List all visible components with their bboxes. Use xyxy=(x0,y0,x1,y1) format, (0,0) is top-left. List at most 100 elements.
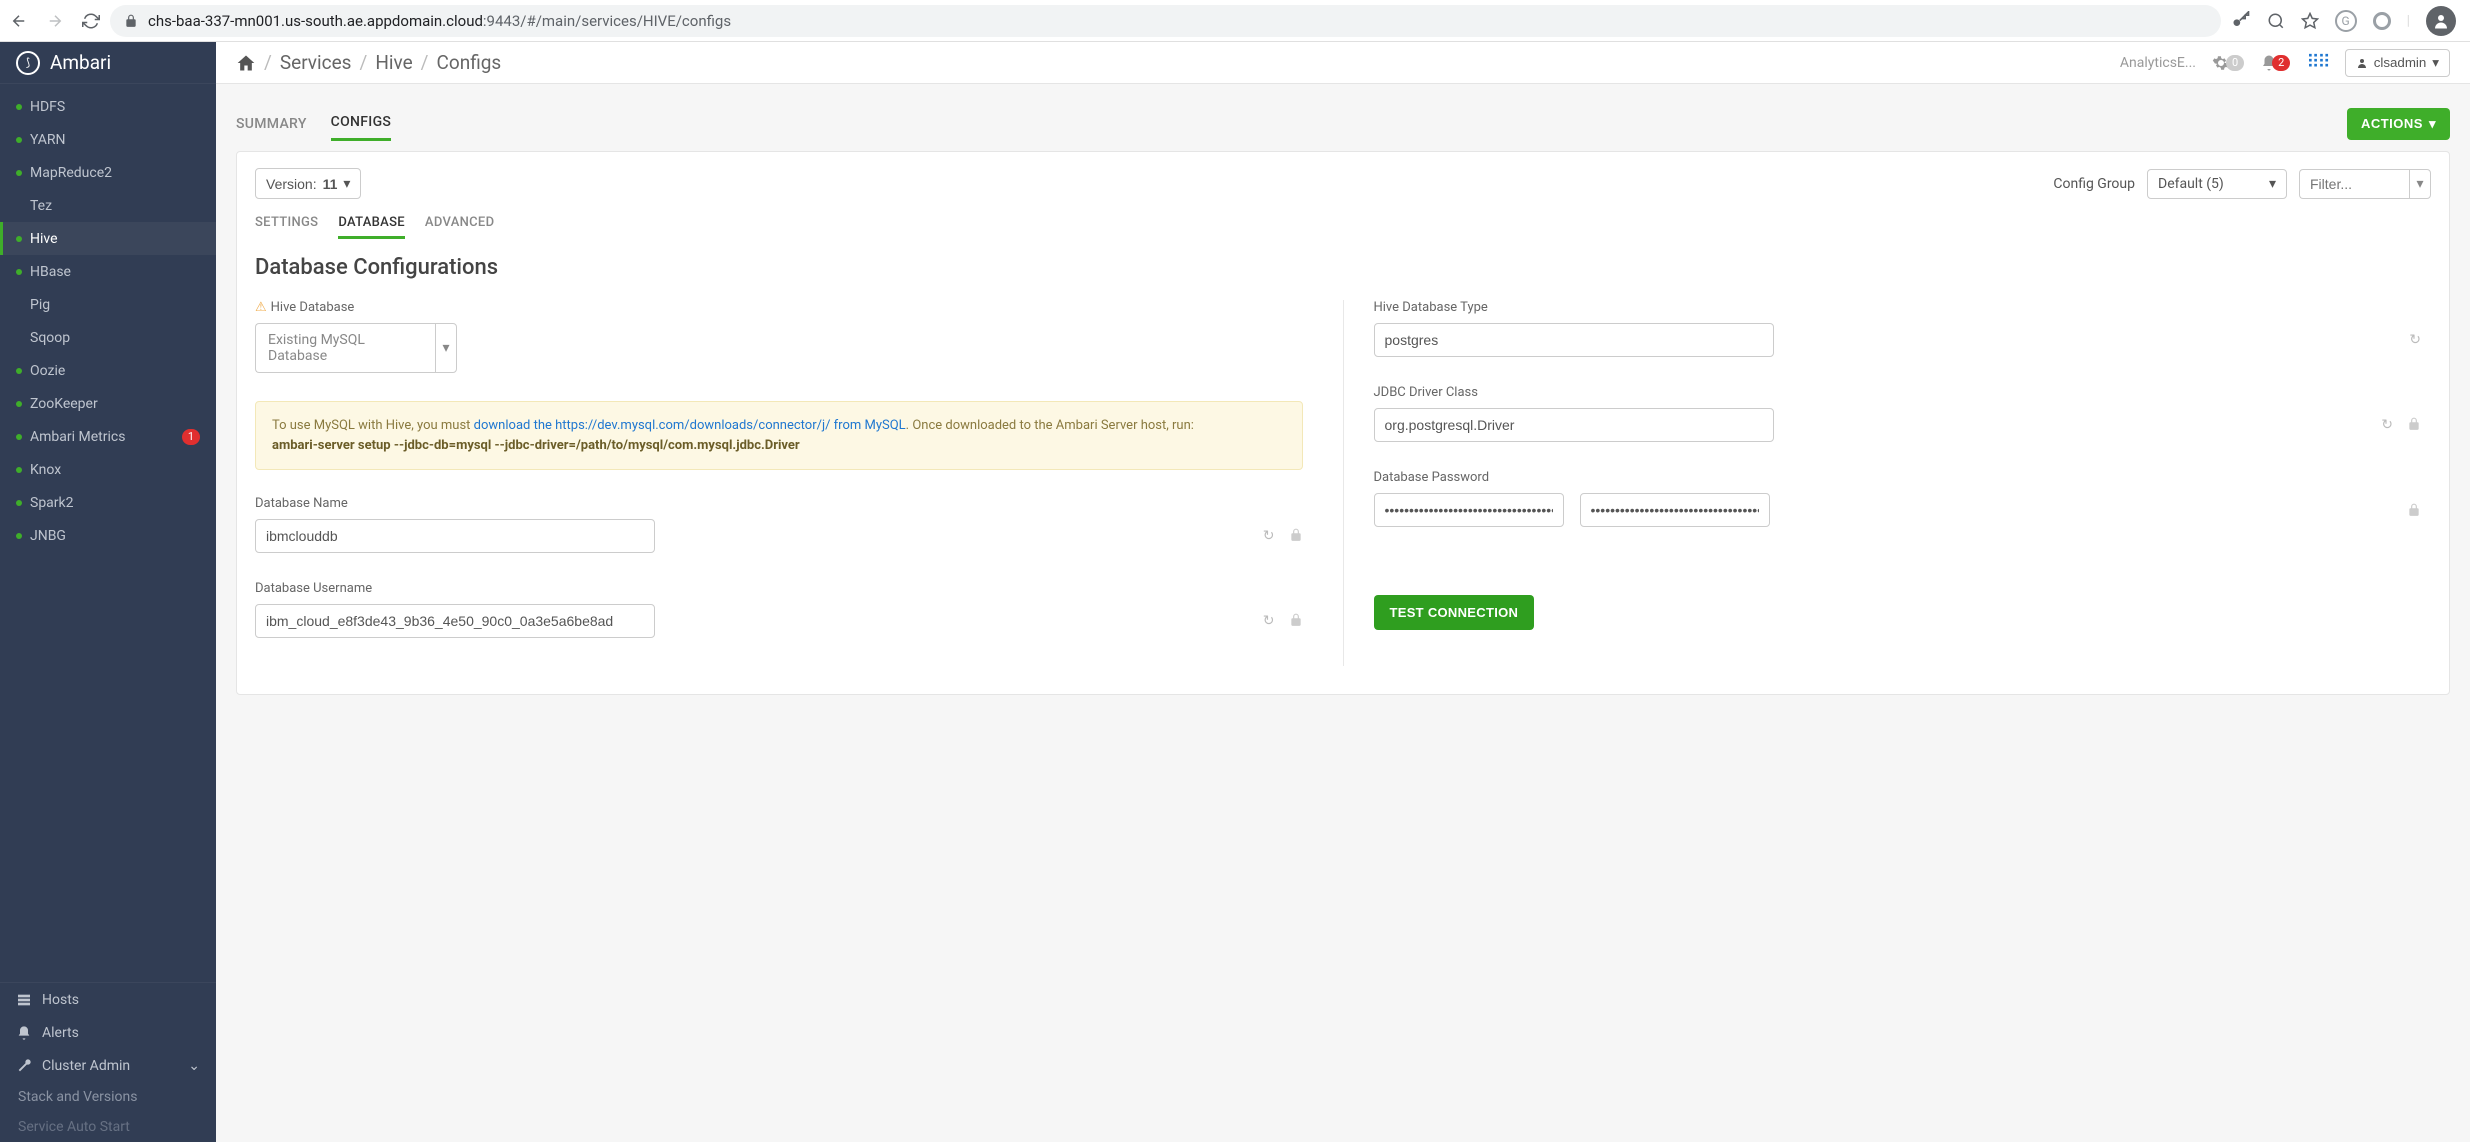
star-icon[interactable] xyxy=(2301,12,2319,30)
sidebar-brand[interactable]: ⟆ Ambari xyxy=(0,42,216,84)
sidebar-services: HDFS YARN MapReduce2 Tez Hive HBase PigSqoop Oo… xyxy=(0,84,216,982)
status-dot-icon xyxy=(16,104,22,110)
sidebar-item-mapreduce2[interactable]: MapReduce2 xyxy=(0,156,216,189)
forward-icon[interactable] xyxy=(46,12,64,30)
jdbc-label: JDBC Driver Class xyxy=(1374,385,2422,400)
dbpass-confirm-input[interactable] xyxy=(1580,493,1770,527)
lock-icon[interactable] xyxy=(2407,417,2421,433)
test-connection-button[interactable]: TEST CONNECTION xyxy=(1374,595,1535,630)
status-dot-icon xyxy=(16,269,22,275)
sidebar-item-pig[interactable]: Pig xyxy=(0,288,216,321)
reload-icon[interactable] xyxy=(82,12,100,30)
config-subtabs: SETTINGS DATABASE ADVANCED xyxy=(255,209,2431,239)
actions-button[interactable]: ACTIONS ▾ xyxy=(2347,108,2450,140)
sidebar-item-hdfs[interactable]: HDFS xyxy=(0,90,216,123)
lock-icon[interactable] xyxy=(1289,613,1303,629)
caret-down-icon: ▾ xyxy=(343,175,350,192)
sidebar-hosts[interactable]: Hosts xyxy=(0,983,216,1016)
breadcrumb-services[interactable]: Services xyxy=(280,51,352,74)
back-icon[interactable] xyxy=(10,12,28,30)
dbpass-input[interactable] xyxy=(1374,493,1564,527)
key-icon[interactable] xyxy=(2231,11,2251,31)
apps-grid-icon[interactable]: ⠿⠿ xyxy=(2306,52,2328,73)
subtab-advanced[interactable]: ADVANCED xyxy=(425,209,494,239)
dbname-label: Database Name xyxy=(255,496,1303,511)
tab-summary[interactable]: SUMMARY xyxy=(236,108,307,140)
mysql-info-box: To use MySQL with Hive, you must downloa… xyxy=(255,401,1303,470)
sidebar-stack-versions[interactable]: Stack and Versions xyxy=(0,1082,216,1112)
sidebar-alerts[interactable]: Alerts xyxy=(0,1016,216,1049)
main-tabs: SUMMARY CONFIGS ACTIONS ▾ xyxy=(236,100,2450,151)
dbtype-label: Hive Database Type xyxy=(1374,300,2422,315)
cluster-admin-label: Cluster Admin xyxy=(42,1058,130,1074)
topbar: / Services / Hive / Configs AnalyticsE..… xyxy=(216,42,2470,84)
sidebar-item-zookeeper[interactable]: ZooKeeper xyxy=(0,387,216,420)
sidebar-item-yarn[interactable]: YARN xyxy=(0,123,216,156)
undo-icon[interactable]: ↻ xyxy=(2381,417,2393,433)
hive-database-select[interactable]: Existing MySQL Database ▾ xyxy=(255,323,457,373)
filter-dropdown-button[interactable]: ▾ xyxy=(2409,169,2431,199)
sidebar-item-label: Ambari Metrics xyxy=(30,429,125,445)
zoom-icon[interactable] xyxy=(2267,12,2285,30)
version-button[interactable]: Version: 11 ▾ xyxy=(255,168,361,199)
sidebar-item-spark2[interactable]: Spark2 xyxy=(0,486,216,519)
sidebar-item-hive[interactable]: Hive xyxy=(0,222,216,255)
extension-icon[interactable]: G xyxy=(2335,10,2357,32)
tab-configs[interactable]: CONFIGS xyxy=(331,106,392,141)
sidebar-item-label: HDFS xyxy=(30,99,65,115)
lock-icon[interactable] xyxy=(2407,503,2421,517)
sidebar-item-label: YARN xyxy=(30,132,66,148)
sidebar-item-label: ZooKeeper xyxy=(30,396,98,412)
configs-panel: Version: 11 ▾ Config Group Default (5) ▾… xyxy=(236,151,2450,695)
subtab-settings[interactable]: SETTINGS xyxy=(255,209,318,239)
caret-down-icon: ▾ xyxy=(2429,116,2436,132)
sidebar-item-ambari-metrics[interactable]: Ambari Metrics1 xyxy=(0,420,216,453)
sidebar-item-tez[interactable]: Tez xyxy=(0,189,216,222)
sidebar-item-sqoop[interactable]: Sqoop xyxy=(0,321,216,354)
brand-label: Ambari xyxy=(50,51,111,74)
subtab-database[interactable]: DATABASE xyxy=(338,209,405,239)
status-dot-icon xyxy=(16,137,22,143)
sidebar-item-knox[interactable]: Knox xyxy=(0,453,216,486)
circle-icon[interactable] xyxy=(2373,12,2391,30)
cluster-name[interactable]: AnalyticsE... xyxy=(2120,55,2196,71)
browser-toolbar: chs-baa-337-mn001.us-south.ae.appdomain.… xyxy=(0,0,2470,42)
breadcrumb: / Services / Hive / Configs xyxy=(236,51,501,74)
status-dot-icon xyxy=(16,368,22,374)
caret-down-icon: ▾ xyxy=(435,323,457,373)
hive-database-label: ⚠ Hive Database xyxy=(255,300,1303,315)
chevron-down-icon: ⌄ xyxy=(188,1058,200,1074)
user-menu-button[interactable]: clsadmin ▾ xyxy=(2345,49,2450,77)
sidebar-item-label: Tez xyxy=(30,198,52,214)
url-text: chs-baa-337-mn001.us-south.ae.appdomain.… xyxy=(148,12,731,30)
sidebar-item-hbase[interactable]: HBase xyxy=(0,255,216,288)
sidebar-item-label: HBase xyxy=(30,264,71,280)
sidebar-item-label: JNBG xyxy=(30,528,66,544)
sidebar-service-auto-start[interactable]: Service Auto Start xyxy=(0,1112,216,1142)
status-dot-icon xyxy=(16,500,22,506)
config-group-select[interactable]: Default (5) ▾ xyxy=(2147,169,2287,199)
address-bar[interactable]: chs-baa-337-mn001.us-south.ae.appdomain.… xyxy=(110,5,2221,37)
home-icon[interactable] xyxy=(236,53,256,73)
sidebar-cluster-admin[interactable]: Cluster Admin ⌄ xyxy=(0,1049,216,1082)
jdbc-input[interactable] xyxy=(1374,408,1774,442)
sidebar-item-oozie[interactable]: Oozie xyxy=(0,354,216,387)
undo-icon[interactable]: ↻ xyxy=(1263,528,1275,544)
status-dot-icon xyxy=(16,467,22,473)
sidebar-item-label: Oozie xyxy=(30,363,65,379)
lock-icon[interactable] xyxy=(1289,528,1303,544)
status-dot-icon xyxy=(16,434,22,440)
dbuser-input[interactable] xyxy=(255,604,655,638)
sidebar-item-label: Spark2 xyxy=(30,495,74,511)
dbtype-input[interactable] xyxy=(1374,323,1774,357)
mysql-download-link[interactable]: download the https://dev.mysql.com/downl… xyxy=(474,418,906,433)
status-dot-icon xyxy=(16,401,22,407)
sidebar-item-jnbg[interactable]: JNBG xyxy=(0,519,216,552)
breadcrumb-hive[interactable]: Hive xyxy=(375,51,412,74)
dbname-input[interactable] xyxy=(255,519,655,553)
undo-icon[interactable]: ↻ xyxy=(1263,613,1275,629)
undo-icon[interactable]: ↻ xyxy=(2409,332,2421,348)
config-group-label: Config Group xyxy=(2053,176,2135,192)
profile-avatar[interactable] xyxy=(2426,6,2456,36)
filter-input[interactable] xyxy=(2299,169,2409,199)
